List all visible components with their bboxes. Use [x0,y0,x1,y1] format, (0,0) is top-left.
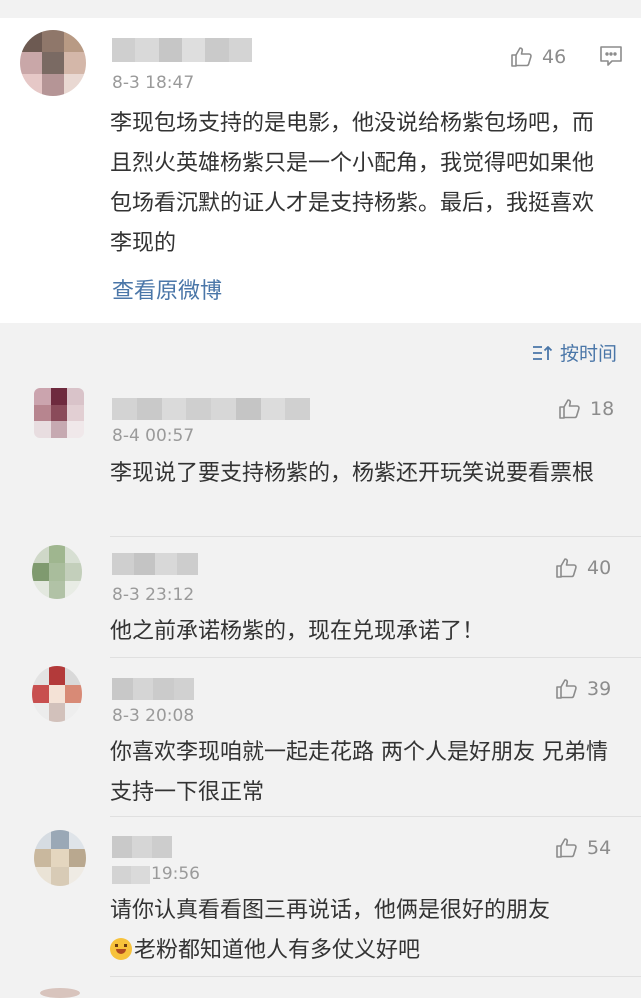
comment-icon [600,46,622,66]
comment-timestamp: 8-3 20:08 [112,706,195,726]
comment-like-button[interactable]: 54 [555,836,611,860]
comment-like-count: 54 [587,837,612,859]
username-blurred[interactable] [112,678,194,700]
avatar-partial[interactable] [40,988,80,998]
sort-by-time-button[interactable]: 按时间 [532,339,617,366]
thumbs-up-icon [511,47,532,67]
comment-text-line: 请你认真看看图三再说话，他俩是很好的朋友 [110,898,551,923]
post-like-button[interactable]: 46 [510,45,566,69]
username-blurred[interactable] [112,836,172,858]
comment-text: 李现说了要支持杨紫的，杨紫还开玩笑说要看票根 [110,461,595,486]
post-like-count: 46 [542,46,567,68]
timestamp-blurred [112,866,150,884]
comment-text-line-2: 老粉都知道他人有多仗义好吧 [134,938,421,963]
avatar[interactable] [34,388,84,438]
username-blurred[interactable] [112,398,310,420]
comment-like-count: 39 [587,678,612,700]
comment-timestamp: 19:56 [151,864,200,884]
comment-like-count: 40 [587,557,612,579]
avatar[interactable] [32,545,82,599]
comment-timestamp: 8-3 23:12 [112,585,195,605]
divider [110,657,641,658]
thumbs-up-icon [556,558,577,578]
avatar[interactable] [34,830,86,886]
post-text: 李现包场支持的是电影，他没说给杨紫包场吧，而且烈火英雄杨紫只是一个小配角，我觉得… [110,111,595,256]
thumbs-up-icon [556,679,577,699]
divider [110,976,641,977]
sort-icon [532,345,553,360]
comment-text: 他之前承诺杨紫的，现在兑现承诺了！ [110,619,485,644]
top-strip [0,0,641,18]
comment-like-button[interactable]: 18 [558,397,614,421]
comment-like-button[interactable]: 39 [555,677,611,701]
avatar[interactable] [20,30,86,96]
comment-text-line: 老粉都知道他人有多仗义好吧 [110,931,610,971]
divider [110,536,641,537]
sort-label: 按时间 [559,343,617,365]
avatar[interactable] [32,666,82,722]
thumbs-up-icon [556,838,577,858]
username-blurred[interactable] [112,553,198,575]
comment-like-count: 18 [590,398,615,420]
view-original-link[interactable]: 查看原微博 [112,273,222,305]
comment-timestamp: 8-4 00:57 [112,426,195,446]
comment-button[interactable] [599,45,623,71]
crying-emoji-icon [110,938,132,960]
comment-text: 你喜欢李现咱就一起走花路 两个人是好朋友 兄弟情 支持一下很正常 [110,740,608,805]
username-blurred[interactable] [112,38,252,62]
thumbs-up-icon [559,399,580,419]
post-timestamp: 8-3 18:47 [112,73,195,93]
comment-like-button[interactable]: 40 [555,556,611,580]
comment-text: 请你认真看看图三再说话，他俩是很好的朋友 老粉都知道他人有多仗义好吧 [110,891,610,971]
divider [110,816,641,817]
